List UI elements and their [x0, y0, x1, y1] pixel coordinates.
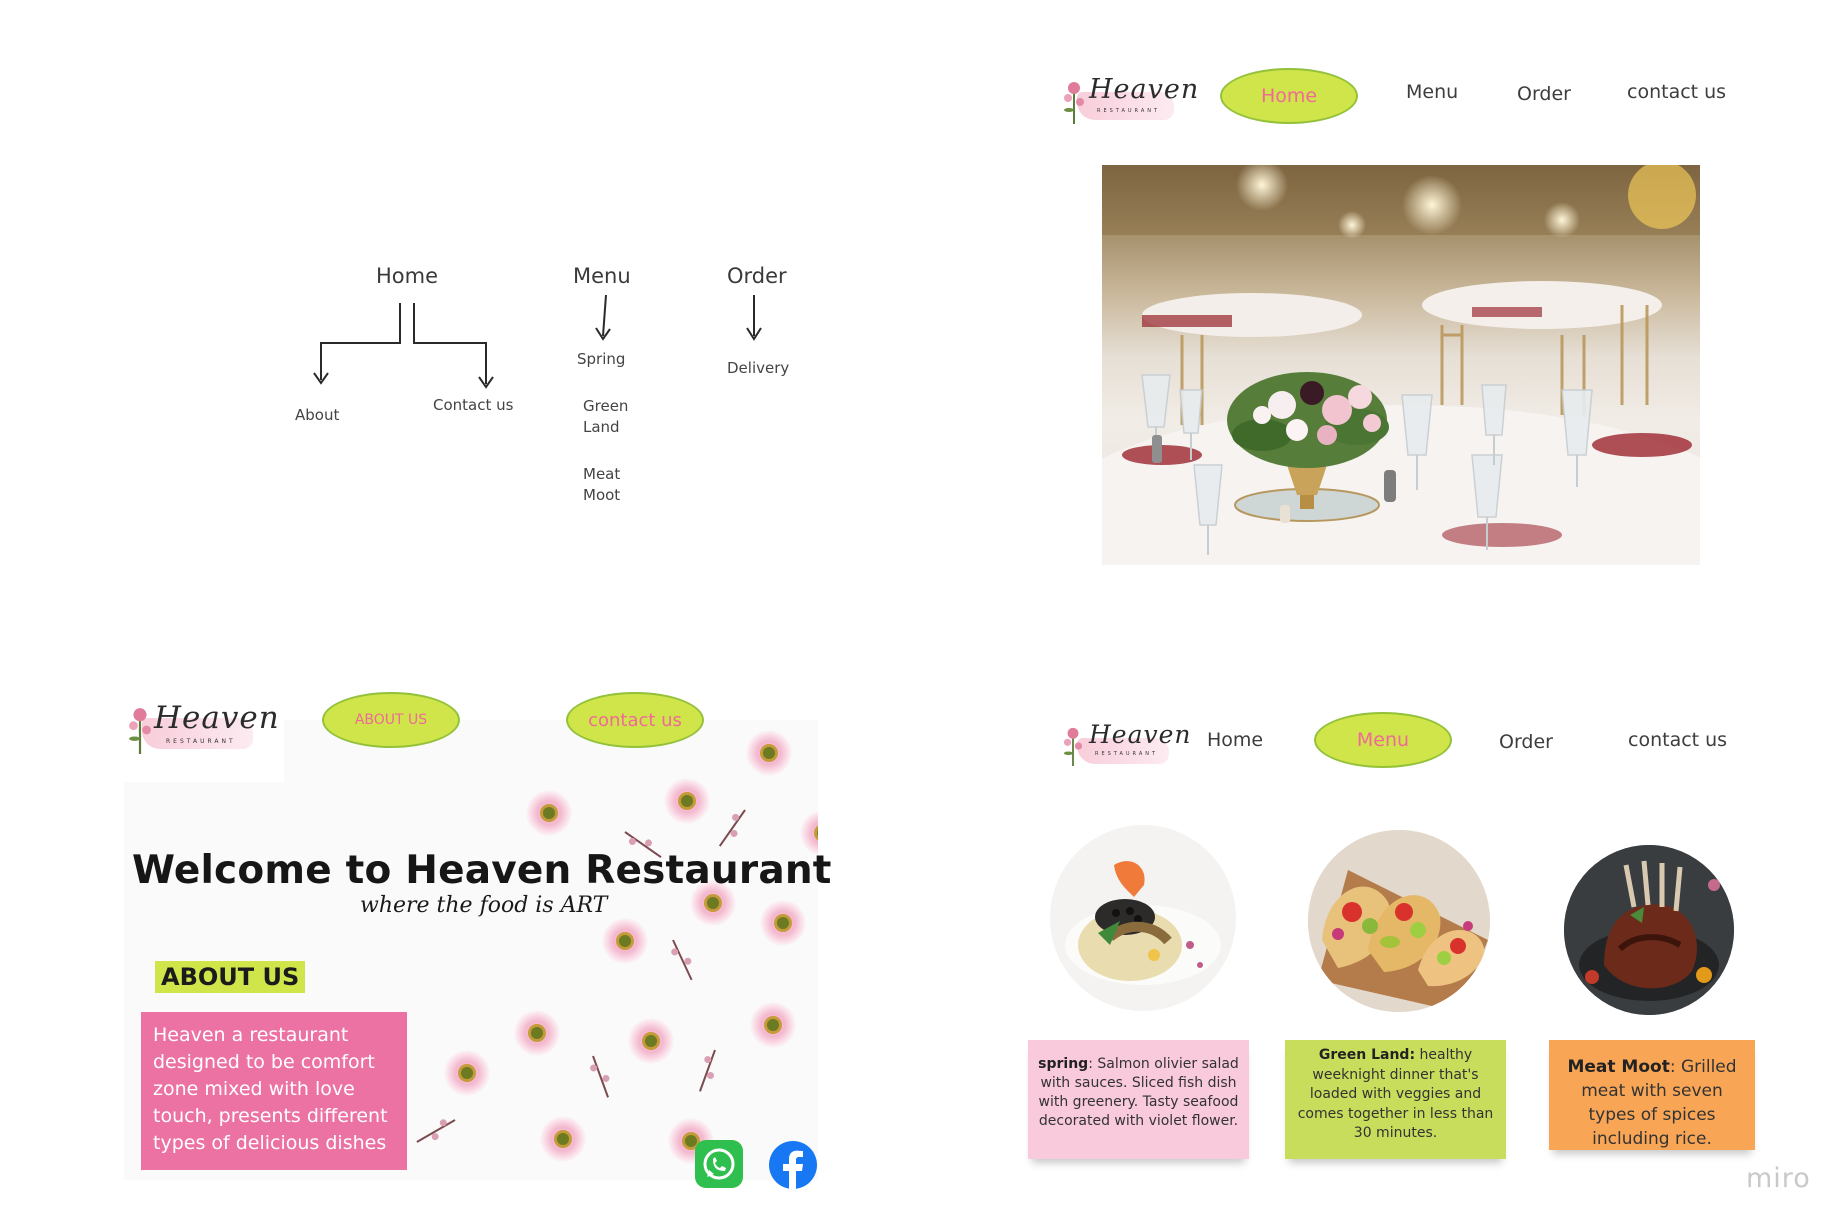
- banquet-hall-photo: [1102, 165, 1700, 565]
- flower-icon: [1064, 82, 1084, 124]
- logo-subtitle: RESTAURANT: [1097, 108, 1161, 114]
- twig: [699, 1049, 716, 1092]
- sitemap-delivery: Delivery: [727, 359, 790, 377]
- card-title: Meat Moot: [1567, 1057, 1670, 1077]
- card-title: spring: [1038, 1056, 1089, 1072]
- daisy-flower: [760, 900, 806, 946]
- contact-us-button[interactable]: contact us: [566, 692, 704, 748]
- logo-subtitle: RESTAURANT: [166, 738, 236, 745]
- about-us-button[interactable]: ABOUT US: [322, 692, 460, 748]
- daisy-flower: [750, 1002, 796, 1048]
- spring-dish-image: [1050, 825, 1236, 1011]
- meat-moot-dish-image: [1564, 845, 1734, 1015]
- nav-order-link[interactable]: Order: [1517, 83, 1571, 105]
- whatsapp-icon-graphic: [695, 1140, 743, 1188]
- welcome-heading: Welcome to Heaven Restaurant: [132, 848, 832, 893]
- logo-script: Heaven: [154, 700, 280, 736]
- facebook-icon-graphic: [769, 1141, 817, 1189]
- card-title: Green Land:: [1318, 1047, 1416, 1063]
- logo-script: Heaven: [1089, 720, 1192, 749]
- logo: Heaven RESTAURANT: [1063, 74, 1198, 128]
- nav-order-link[interactable]: Order: [1499, 731, 1553, 753]
- logo: Heaven RESTAURANT: [128, 700, 279, 760]
- about-heading: ABOUT US: [155, 961, 306, 993]
- twig: [718, 809, 746, 847]
- sitemap-spring: Spring: [577, 350, 626, 368]
- hero-image: [1102, 165, 1700, 565]
- daisy-flower: [664, 778, 710, 824]
- grilled-meat-photo: [1564, 845, 1734, 1015]
- sitemap-green-land: Green Land: [583, 397, 629, 436]
- flower-icon: [129, 708, 151, 754]
- twig: [672, 939, 693, 981]
- twig: [592, 1055, 609, 1098]
- nav-menu-link[interactable]: Menu: [1406, 81, 1458, 103]
- logo: Heaven RESTAURANT: [1063, 720, 1191, 770]
- sitemap-about: About: [295, 406, 340, 424]
- daisy-flower: [540, 1116, 586, 1162]
- sitemap-contact: Contact us: [433, 396, 514, 414]
- whatsapp-icon[interactable]: [695, 1140, 743, 1188]
- twig: [416, 1119, 456, 1143]
- miro-watermark: miro: [1746, 1163, 1811, 1194]
- daisy-flower: [514, 1010, 560, 1056]
- sitemap-meat-moot: Meat Moot: [583, 465, 621, 504]
- tagline: where the food is ART: [360, 893, 608, 918]
- nav-menu-button[interactable]: Menu: [1314, 712, 1452, 768]
- salmon-salad-photo: [1065, 861, 1221, 985]
- nav-home-button[interactable]: Home: [1220, 68, 1358, 124]
- daisy-flower: [444, 1050, 490, 1096]
- nav-contact-link[interactable]: contact us: [1628, 729, 1727, 751]
- logo-subtitle: RESTAURANT: [1095, 751, 1159, 757]
- tacos-photo: [1308, 830, 1490, 1012]
- nav-home-link[interactable]: Home: [1207, 729, 1263, 751]
- daisy-flower: [602, 918, 648, 964]
- menu-card-meat-moot[interactable]: Meat Moot: Grilled meat with seven types…: [1549, 1040, 1755, 1150]
- facebook-icon[interactable]: [769, 1141, 817, 1189]
- daisy-flower: [628, 1018, 674, 1064]
- sitemap-connectors: [313, 294, 762, 389]
- green-land-dish-image: [1308, 830, 1490, 1012]
- menu-card-spring[interactable]: spring: Salmon olivier salad with sauces…: [1028, 1040, 1249, 1159]
- menu-card-green-land[interactable]: Green Land: healthy weeknight dinner tha…: [1285, 1040, 1506, 1159]
- about-text: Heaven a restaurant designed to be comfo…: [141, 1012, 407, 1170]
- nav-contact-link[interactable]: contact us: [1627, 81, 1726, 103]
- daisy-flower: [746, 730, 792, 776]
- logo-script: Heaven: [1089, 74, 1200, 105]
- flower-icon: [1063, 727, 1083, 766]
- daisy-flower: [526, 790, 572, 836]
